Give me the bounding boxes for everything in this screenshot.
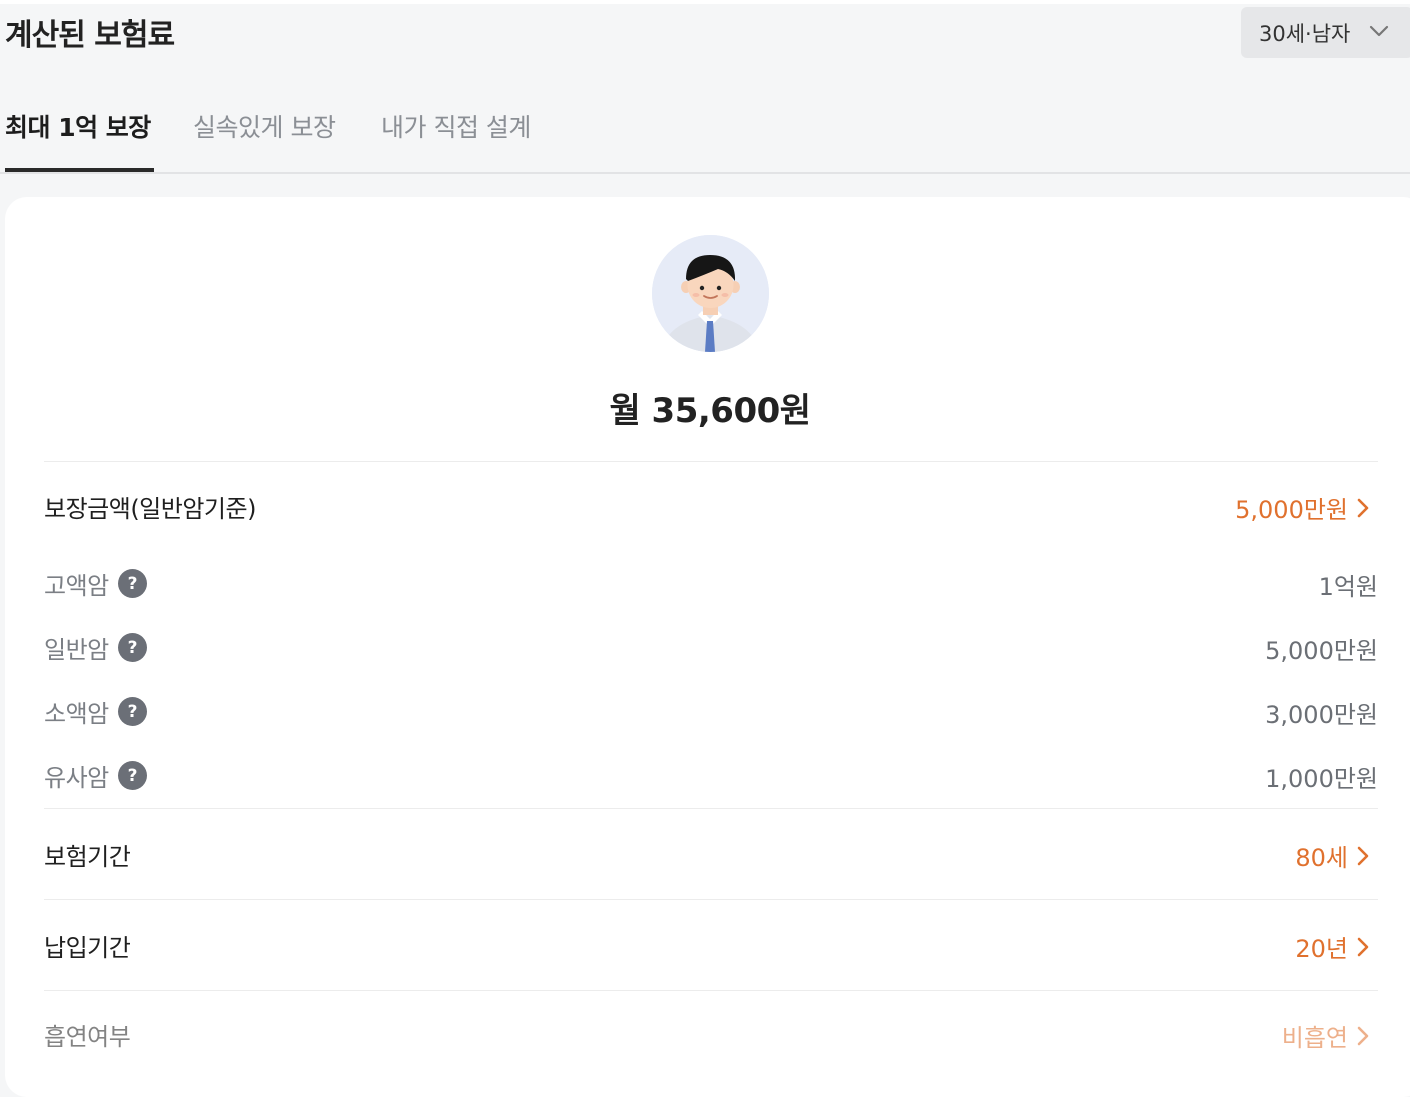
age-gender-value: 30세·남자 <box>1259 21 1351 46</box>
top-border <box>0 0 1410 4</box>
coverage-item-label: 고액암 <box>44 572 109 600</box>
question-icon[interactable]: ? <box>117 761 147 790</box>
question-icon[interactable]: ? <box>117 633 147 662</box>
tab-max-coverage[interactable]: 최대 1억 보장 <box>5 108 151 144</box>
smoking-status-label: 흡연여부 <box>44 1023 131 1051</box>
divider <box>44 808 1378 809</box>
payment-period-label: 납입기간 <box>44 934 131 962</box>
smoking-status-value: 비흡연 <box>1281 1024 1348 1052</box>
coverage-item-label: 유사암 <box>44 764 109 792</box>
insurance-period-label: 보험기간 <box>44 843 131 871</box>
person-avatar-illustration <box>652 235 769 352</box>
payment-period-value: 20년 <box>1295 935 1348 963</box>
coverage-item-small-cancer: 소액암 ? <box>44 694 147 729</box>
monthly-premium: 월 35,600원 <box>609 391 811 431</box>
smoking-status-button[interactable]: 비흡연 <box>1282 1018 1370 1053</box>
coverage-amount-button[interactable]: 5,000만원 <box>1235 490 1370 525</box>
coverage-item-value: 3,000만원 <box>1265 701 1378 729</box>
question-icon[interactable]: ? <box>117 569 147 598</box>
age-gender-select[interactable]: 30세·남자 <box>1241 7 1410 58</box>
question-icon[interactable]: ? <box>117 697 147 726</box>
divider <box>44 899 1378 900</box>
tab-custom-design[interactable]: 내가 직접 설계 <box>381 108 531 144</box>
coverage-amount-label: 보장금액(일반암기준) <box>44 495 256 523</box>
coverage-item-value: 5,000만원 <box>1265 637 1378 665</box>
tab-active-indicator <box>5 168 154 172</box>
page-title: 계산된 보험료 <box>5 18 175 53</box>
coverage-item-general-cancer: 일반암 ? <box>44 630 147 665</box>
payment-period-button[interactable]: 20년 <box>1295 929 1370 964</box>
plan-tabs: 최대 1억 보장 실속있게 보장 내가 직접 설계 <box>0 100 1410 174</box>
coverage-item-label: 일반암 <box>44 636 109 664</box>
coverage-item-value: 1,000만원 <box>1265 765 1378 793</box>
coverage-item-value: 1억원 <box>1318 573 1378 601</box>
coverage-amount-value: 5,000만원 <box>1235 496 1348 524</box>
avatar <box>652 235 769 352</box>
tab-practical-coverage[interactable]: 실속있게 보장 <box>193 108 336 144</box>
insurance-period-value: 80세 <box>1295 844 1348 872</box>
coverage-item-label: 소액암 <box>44 700 109 728</box>
chevron-down-icon <box>1369 25 1389 37</box>
chevron-right-icon <box>1357 498 1369 517</box>
chevron-right-icon <box>1357 1026 1369 1045</box>
coverage-item-high-cancer: 고액암 ? <box>44 566 147 601</box>
divider <box>44 990 1378 991</box>
chevron-right-icon <box>1357 846 1369 865</box>
coverage-item-similar-cancer: 유사암 ? <box>44 758 147 793</box>
insurance-period-button[interactable]: 80세 <box>1295 838 1370 873</box>
divider <box>44 461 1378 462</box>
chevron-right-icon <box>1357 937 1369 956</box>
